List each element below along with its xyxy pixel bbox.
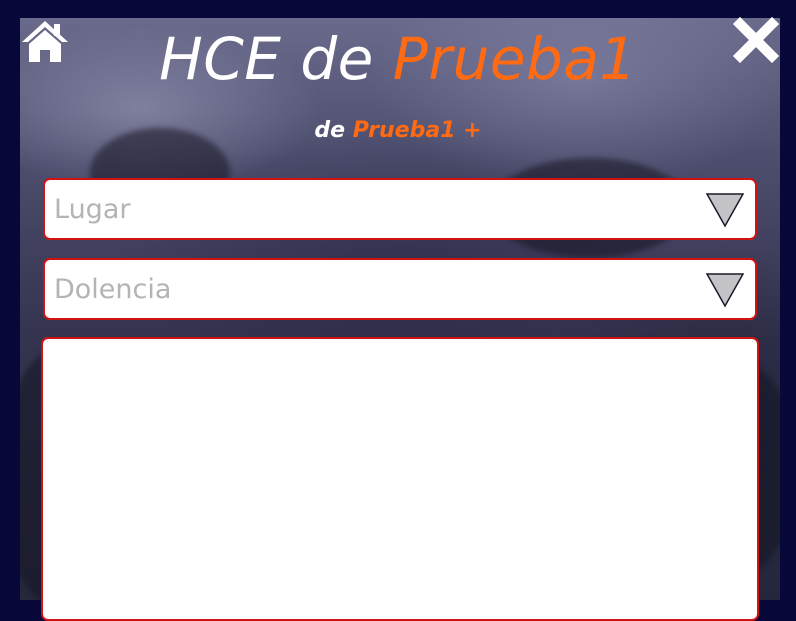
page-subtitle: de Prueba1 + [0, 116, 796, 146]
triangle-down-icon [705, 273, 745, 308]
subtitle-prefix: de [314, 118, 353, 143]
notes-textarea[interactable] [41, 337, 759, 621]
subtitle-patient-name: Prueba1 + [352, 118, 482, 143]
lugar-select[interactable]: Lugar [43, 178, 757, 240]
lugar-placeholder: Lugar [54, 194, 131, 225]
dolencia-placeholder: Dolencia [54, 274, 172, 305]
title-prefix: HCE de [159, 25, 393, 93]
dolencia-select[interactable]: Dolencia [43, 258, 757, 320]
page-title: HCE de Prueba1 [0, 24, 796, 94]
triangle-down-icon [705, 193, 745, 228]
title-patient-name: Prueba1 [392, 25, 637, 93]
